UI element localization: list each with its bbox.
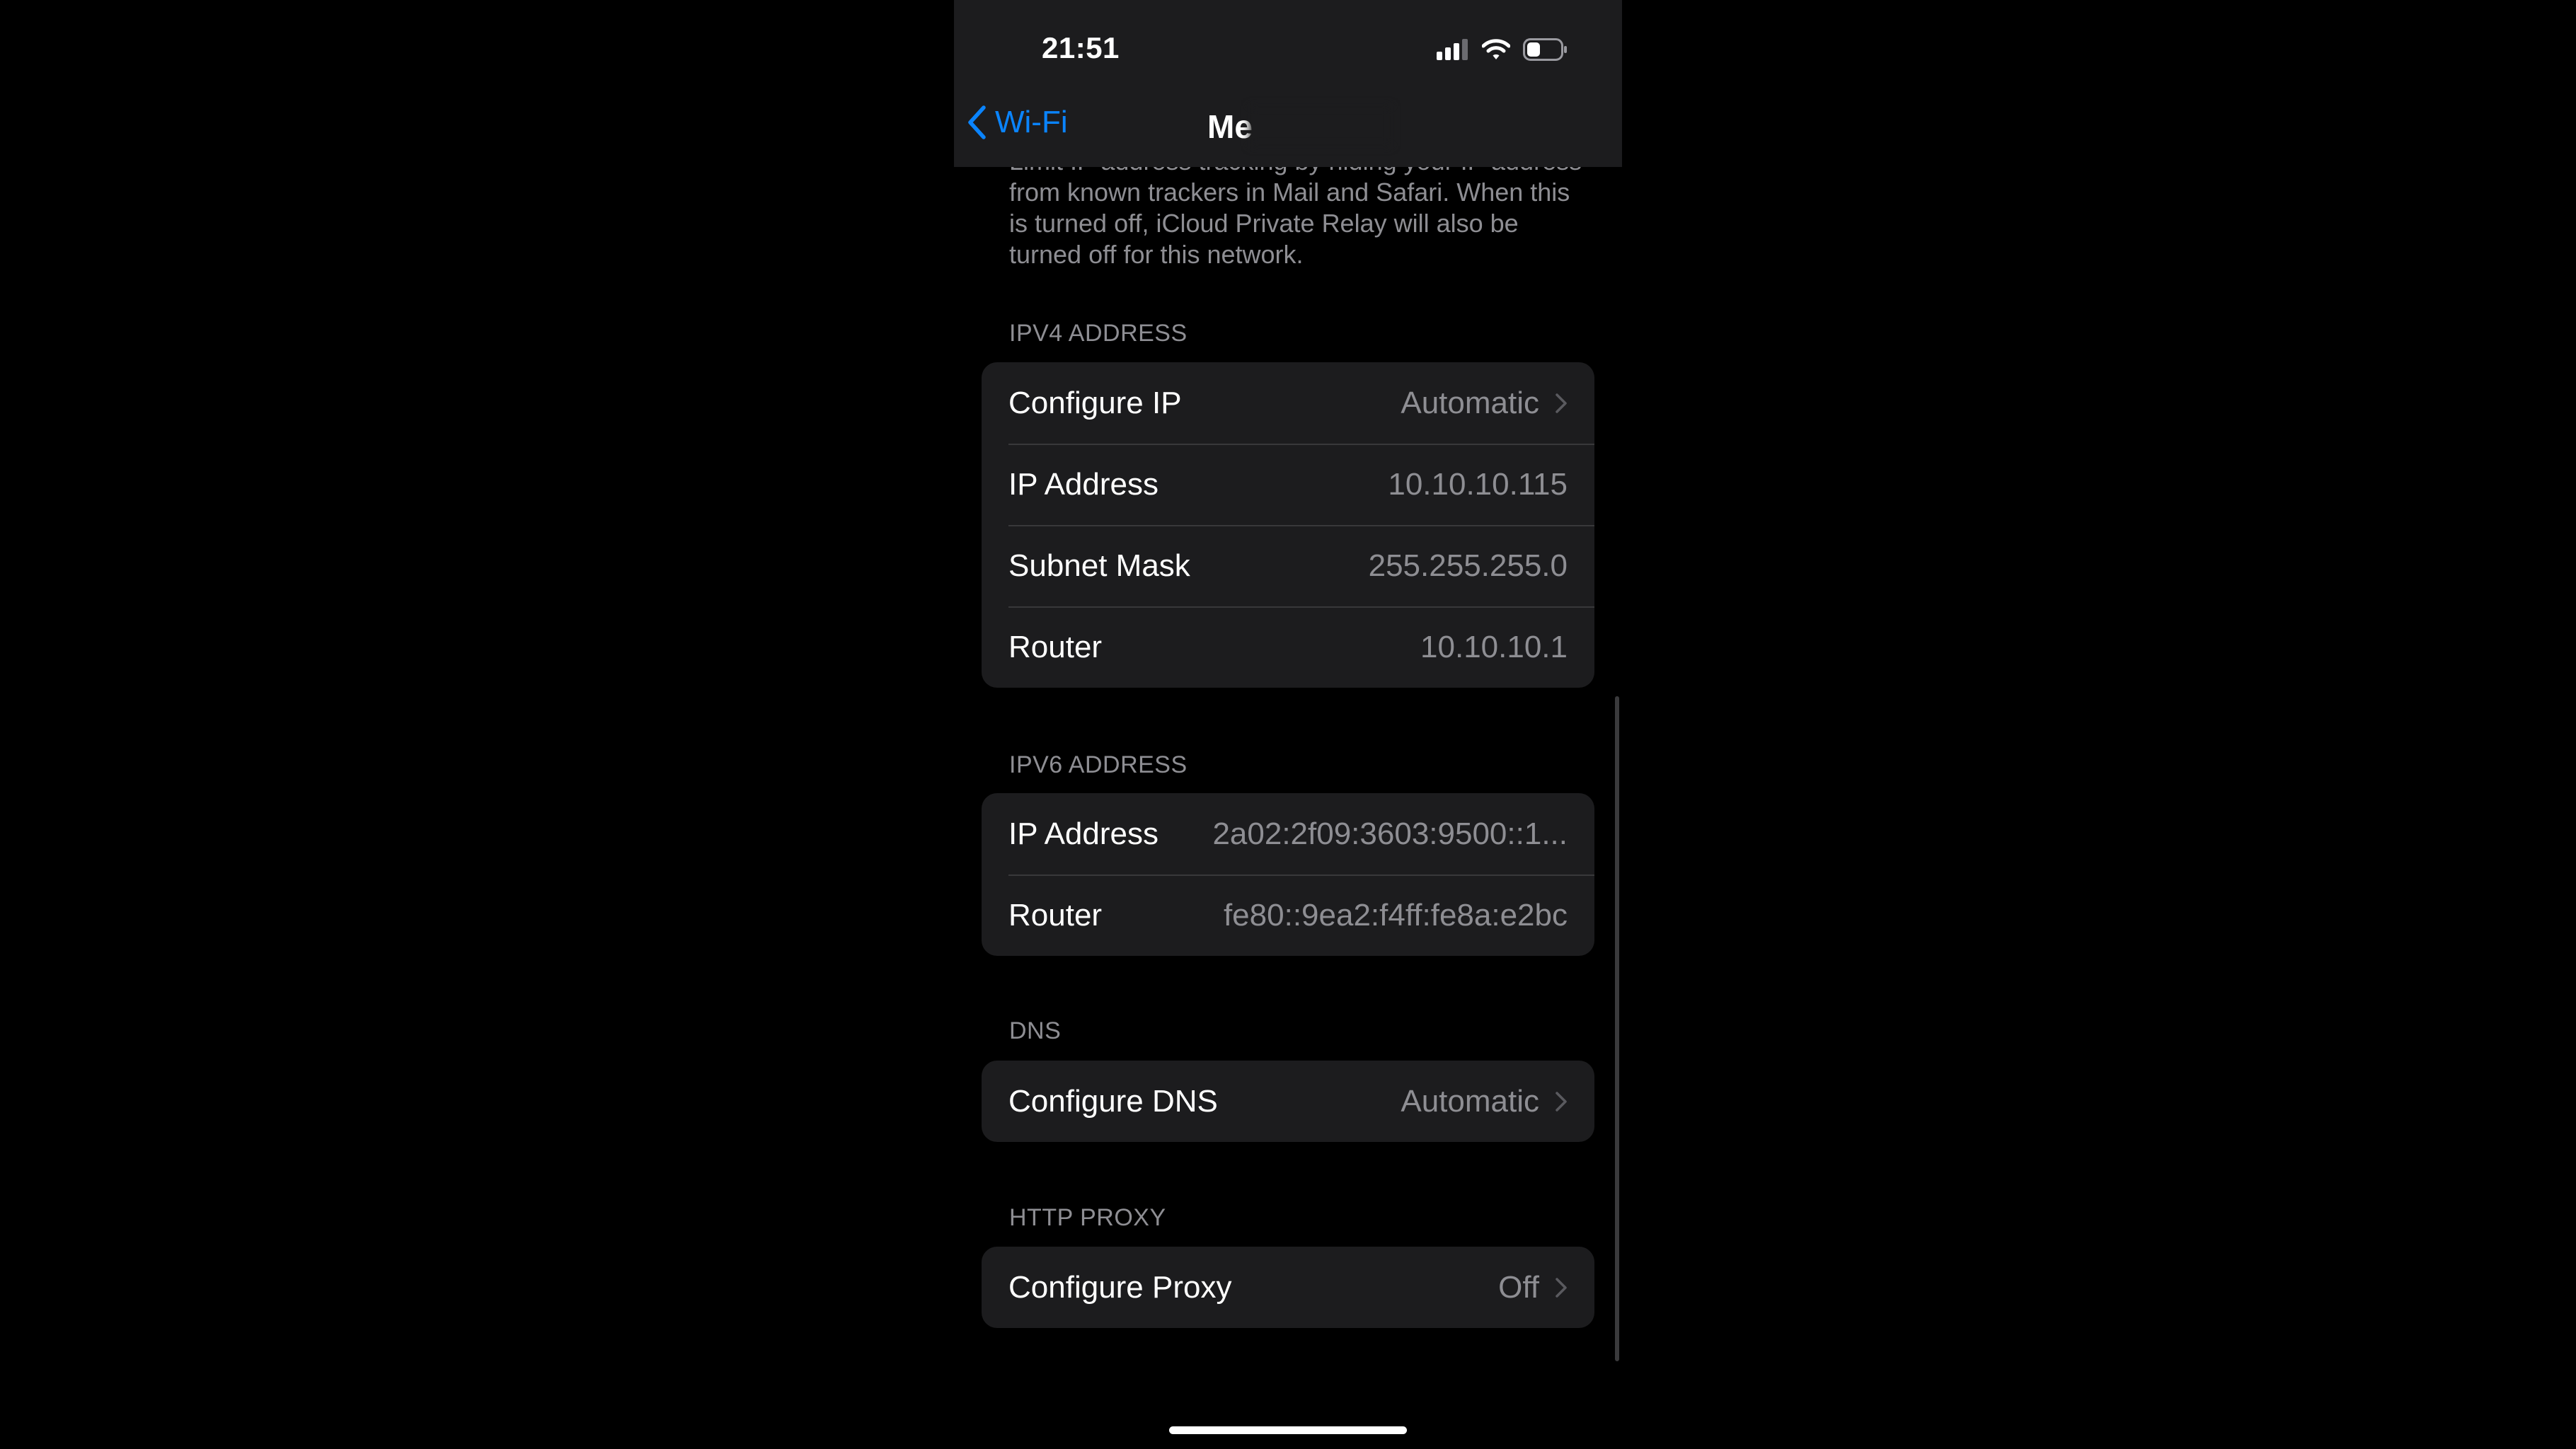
subnet-mask-row: Subnet Mask 255.255.255.0 — [982, 525, 1594, 606]
configure-dns-row[interactable]: Configure DNS Automatic — [982, 1061, 1594, 1142]
ipv4-router-row: Router 10.10.10.1 — [982, 606, 1594, 688]
ipv6-router-row: Router fe80::9ea2:f4ff:fe8a:e2bc — [982, 874, 1594, 956]
row-value: 255.255.255.0 — [1368, 548, 1568, 583]
home-indicator[interactable] — [1169, 1426, 1407, 1434]
http-proxy-group: Configure Proxy Off — [982, 1247, 1594, 1328]
chevron-right-icon — [1556, 1277, 1567, 1298]
row-value: Automatic — [1401, 1083, 1539, 1119]
page-title: Me — [1207, 108, 1253, 145]
row-label: Configure DNS — [1008, 1083, 1218, 1119]
chevron-left-icon — [968, 105, 986, 139]
ipv6-group: IP Address 2a02:2f09:3603:9500::1... Rou… — [982, 793, 1594, 956]
row-value: 10.10.10.115 — [1388, 466, 1568, 502]
back-label: Wi-Fi — [995, 105, 1068, 139]
row-label: Router — [1008, 629, 1103, 664]
row-value: 10.10.10.1 — [1420, 629, 1568, 664]
ipv6-section-header: IPV6 ADDRESS — [1009, 751, 1188, 778]
cellular-signal-icon — [1437, 39, 1468, 60]
phone-screen: Limit IP address tracking by hiding your… — [954, 0, 1622, 1449]
row-value: 2a02:2f09:3603:9500::1... — [1212, 816, 1568, 851]
back-button[interactable]: Wi-Fi — [967, 105, 1068, 140]
configure-proxy-row[interactable]: Configure Proxy Off — [982, 1247, 1594, 1328]
configure-ip-row[interactable]: Configure IP Automatic — [982, 362, 1594, 444]
row-label: IP Address — [1008, 466, 1158, 502]
row-label: IP Address — [1008, 816, 1158, 851]
ipv4-group: Configure IP Automatic IP Address 10.10.… — [982, 362, 1594, 688]
row-label: Subnet Mask — [1008, 548, 1190, 583]
ipv4-section-header: IPV4 ADDRESS — [1009, 320, 1188, 347]
row-label: Router — [1008, 897, 1103, 933]
ipv4-ip-address-row: IP Address 10.10.10.115 — [982, 444, 1594, 525]
ipv6-ip-address-row: IP Address 2a02:2f09:3603:9500::1... — [982, 793, 1594, 874]
row-label: Configure IP — [1008, 385, 1182, 420]
dns-section-header: DNS — [1009, 1017, 1062, 1044]
row-value: Off — [1498, 1269, 1539, 1305]
status-icons — [1437, 34, 1568, 65]
battery-icon — [1523, 38, 1567, 61]
navigation-header: 21:51 Wi-Fi Me — [954, 0, 1622, 167]
http-proxy-section-header: HTTP PROXY — [1009, 1204, 1166, 1231]
wifi-icon — [1482, 39, 1510, 59]
status-time: 21:51 — [1042, 31, 1120, 64]
scroll-indicator — [1615, 696, 1619, 1361]
dns-group: Configure DNS Automatic — [982, 1061, 1594, 1142]
row-value: fe80::9ea2:f4ff:fe8a:e2bc — [1223, 897, 1568, 933]
row-value: Automatic — [1401, 385, 1539, 420]
title-redaction — [1250, 106, 1391, 146]
row-label: Configure Proxy — [1008, 1269, 1232, 1305]
chevron-right-icon — [1556, 393, 1567, 413]
chevron-right-icon — [1556, 1091, 1567, 1112]
